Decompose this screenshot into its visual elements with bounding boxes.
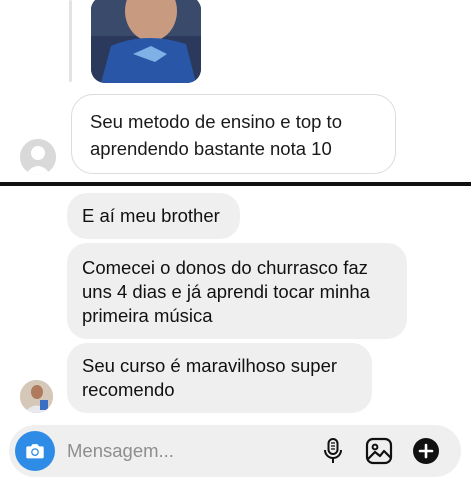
message-line: primeira música — [82, 305, 213, 326]
message-composer — [9, 425, 461, 477]
gallery-button[interactable] — [364, 436, 394, 466]
message-line: Comecei o donos do churrasco faz — [82, 257, 368, 278]
message-input[interactable] — [67, 438, 297, 464]
message-line: Seu metodo de ensino e top to — [90, 111, 342, 132]
received-message-bubble[interactable]: E aí meu brother — [67, 193, 240, 239]
received-message-bubble[interactable]: Seu curso é maravilhoso super recomendo — [67, 343, 372, 413]
microphone-icon — [324, 438, 342, 463]
add-icon — [413, 438, 439, 464]
microphone-button[interactable] — [318, 436, 348, 466]
message-line: recomendo — [82, 379, 175, 400]
gallery-icon — [365, 437, 393, 465]
message-line: E aí meu brother — [82, 205, 220, 226]
add-button[interactable] — [411, 436, 441, 466]
reply-thread-line — [69, 0, 72, 82]
message-line: uns 4 dias e já aprendi tocar minha — [82, 281, 370, 302]
photo-image — [91, 0, 201, 83]
sent-message-bubble[interactable]: Seu metodo de ensino e top to aprendendo… — [71, 94, 396, 174]
screenshot-divider — [0, 182, 471, 186]
avatar[interactable] — [20, 380, 53, 413]
camera-button[interactable] — [15, 431, 55, 471]
shared-photo[interactable] — [91, 0, 201, 83]
avatar[interactable] — [20, 139, 56, 175]
default-avatar-icon — [20, 139, 56, 175]
user-photo — [20, 380, 53, 413]
received-message-bubble[interactable]: Comecei o donos do churrasco faz uns 4 d… — [67, 243, 407, 339]
camera-icon — [26, 444, 44, 459]
message-line: Seu curso é maravilhoso super — [82, 355, 338, 376]
message-line: aprendendo bastante nota 10 — [90, 138, 332, 159]
